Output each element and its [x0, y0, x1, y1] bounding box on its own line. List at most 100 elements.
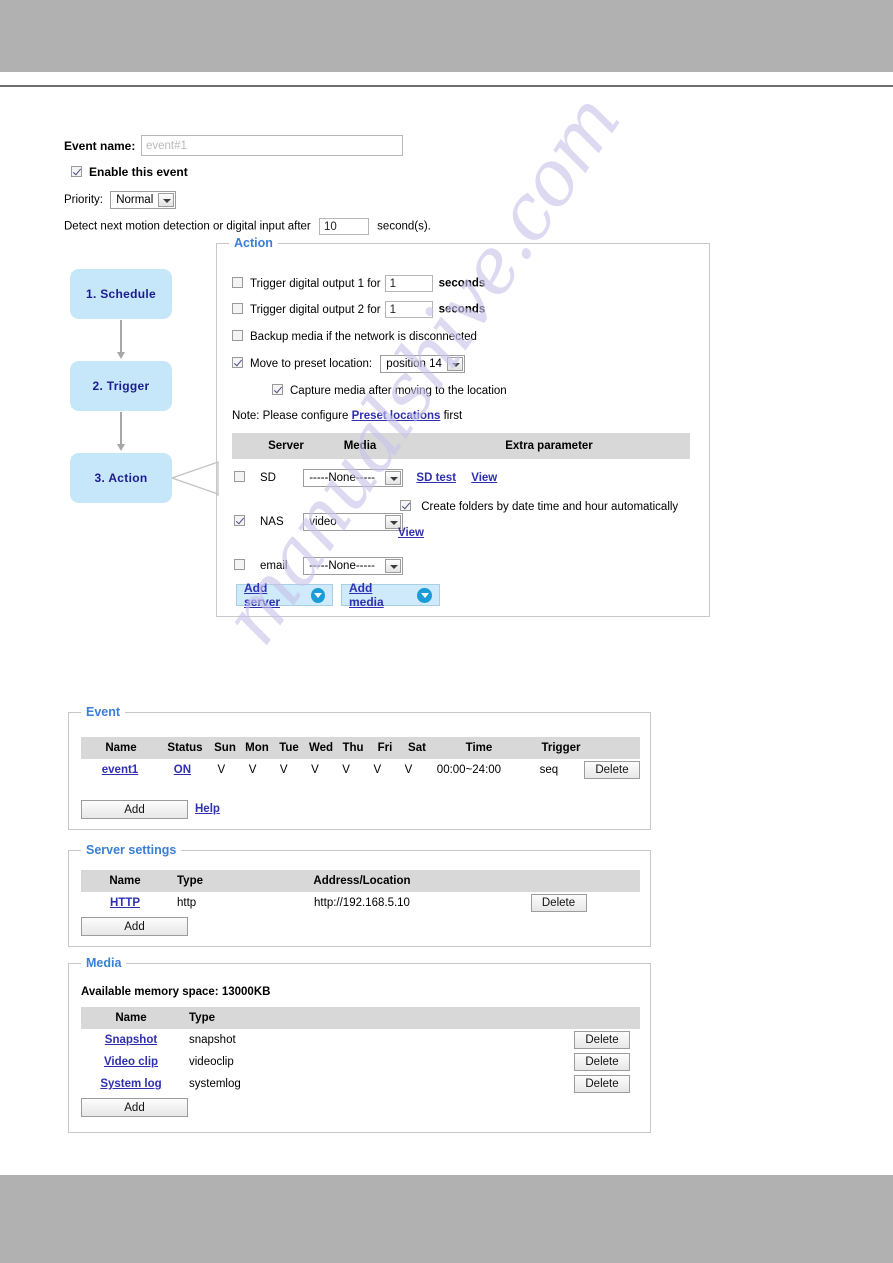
action-table-header: Server Media Extra parameter: [232, 433, 690, 459]
server-th-type: Type: [177, 875, 203, 887]
media-delete-button-videoclip[interactable]: Delete: [574, 1053, 630, 1071]
server-th-address: Address/Location: [313, 875, 411, 887]
media-name-link-videoclip[interactable]: Video clip: [104, 1056, 158, 1068]
preset-location-select[interactable]: position 14: [380, 355, 465, 373]
step-action[interactable]: 3. Action: [70, 453, 172, 503]
priority-select[interactable]: Normal: [110, 191, 177, 209]
priority-row: Priority: Normal: [64, 191, 177, 209]
nas-create-folders-label: Create folders by date time and hour aut…: [421, 501, 679, 513]
nas-label: NAS: [260, 516, 284, 529]
backup-media-label: Backup media if the network is disconnec…: [250, 331, 477, 343]
event-th-time: Time: [465, 742, 493, 754]
event-th-status: Status: [167, 742, 203, 754]
sd-media-value: -----None-----: [309, 472, 375, 484]
enable-event-checkbox[interactable]: [71, 166, 82, 177]
sd-media-select[interactable]: -----None-----: [303, 469, 404, 487]
event-day-wed: V: [311, 764, 319, 776]
priority-select-value: Normal: [116, 194, 154, 206]
table-row: HTTP http http://192.168.5.10 Delete: [81, 892, 640, 914]
server-delete-button[interactable]: Delete: [530, 894, 587, 912]
event-th-wed: Wed: [308, 742, 334, 754]
backup-media-row[interactable]: Backup media if the network is disconnec…: [232, 330, 477, 343]
move-preset-row: Move to preset location: position 14: [232, 355, 465, 373]
event-table: Name Status Sun Mon Tue Wed Thu Fri Sat …: [81, 737, 640, 781]
nas-enable-checkbox[interactable]: [234, 515, 245, 527]
add-server-label: Add server: [244, 581, 281, 609]
nas-create-folders-checkbox[interactable]: [400, 500, 411, 511]
event-th-sun: Sun: [214, 742, 236, 754]
nas-view-link[interactable]: View: [398, 527, 424, 539]
table-row: event1 ON V V V V V V V 00:00~24:00 seq …: [81, 759, 640, 781]
action-row-sd: SD -----None----- SD test View: [234, 469, 497, 487]
sd-test-link[interactable]: SD test: [416, 472, 456, 484]
event-day-sun: V: [217, 764, 226, 776]
media-delete-button-systemlog[interactable]: Delete: [574, 1075, 630, 1093]
trigger-do1-checkbox[interactable]: [232, 276, 243, 288]
step-arrow-2: [117, 412, 125, 451]
nas-media-select[interactable]: video: [303, 513, 404, 531]
detect-interval-suffix: second(s).: [377, 220, 431, 233]
event-day-tue: V: [279, 764, 288, 776]
preset-note-prefix: Note: Please configure: [232, 410, 349, 422]
event-day-fri: V: [373, 764, 382, 776]
event-help-link[interactable]: Help: [195, 803, 220, 815]
capture-media-checkbox[interactable]: [272, 384, 283, 395]
enable-event-row[interactable]: Enable this event: [71, 165, 188, 179]
media-name-link-snapshot[interactable]: Snapshot: [105, 1034, 157, 1046]
detect-interval-input[interactable]: 10: [318, 218, 369, 235]
email-label: email: [260, 560, 288, 573]
trigger-do2-seconds-input[interactable]: 1: [384, 301, 433, 318]
sd-view-link[interactable]: View: [471, 472, 497, 484]
trigger-do2-checkbox[interactable]: [232, 302, 243, 314]
event-th-mon: Mon: [245, 742, 269, 754]
event-day-sat: V: [404, 764, 413, 776]
step-trigger[interactable]: 2. Trigger: [70, 361, 172, 411]
event-name-link[interactable]: event1: [102, 764, 138, 776]
event-name-input[interactable]: event#1: [141, 135, 403, 156]
nas-media-value: video: [309, 516, 337, 528]
trigger-do1-unit: seconds: [438, 277, 486, 290]
preset-locations-link[interactable]: Preset locations: [352, 410, 441, 422]
server-th-name: Name: [109, 875, 141, 887]
action-panel-legend: Action: [229, 236, 278, 250]
trigger-do2-row: Trigger digital output 2 for 1 seconds: [232, 301, 485, 318]
media-panel: Media Available memory space: 13000KB Na…: [68, 956, 651, 1133]
backup-media-checkbox[interactable]: [232, 330, 243, 341]
media-table-header: Name Type: [81, 1007, 640, 1029]
trigger-do1-label: Trigger digital output 1 for: [250, 277, 381, 290]
preset-location-value: position 14: [386, 358, 442, 370]
trigger-do1-seconds-input[interactable]: 1: [384, 275, 433, 292]
media-th-name: Name: [115, 1012, 147, 1024]
event-table-header: Name Status Sun Mon Tue Wed Thu Fri Sat …: [81, 737, 640, 759]
event-delete-button[interactable]: Delete: [583, 761, 640, 779]
detect-interval-row: Detect next motion detection or digital …: [64, 218, 431, 235]
chevron-down-circle-icon: [417, 587, 432, 603]
email-media-value: -----None-----: [309, 560, 375, 572]
media-th-type: Type: [189, 1012, 215, 1024]
event-th-sat: Sat: [408, 742, 426, 754]
email-enable-checkbox[interactable]: [234, 559, 245, 571]
sd-enable-checkbox[interactable]: [234, 471, 245, 483]
event-status-link[interactable]: ON: [174, 764, 191, 776]
media-add-button[interactable]: Add: [81, 1098, 188, 1117]
step-trigger-label: 2. Trigger: [92, 379, 150, 393]
step-schedule[interactable]: 1. Schedule: [70, 269, 172, 319]
move-preset-checkbox[interactable]: [232, 357, 243, 369]
preset-note-suffix: first: [443, 410, 463, 422]
email-media-select[interactable]: -----None-----: [303, 557, 404, 575]
preset-note-row: Note: Please configure Preset locations …: [232, 410, 462, 422]
event-panel: Event Name Status Sun Mon Tue Wed Thu Fr…: [68, 705, 651, 830]
add-server-button[interactable]: Add server: [236, 581, 333, 609]
table-row: System log systemlog Delete: [81, 1073, 640, 1095]
media-panel-legend: Media: [81, 956, 127, 970]
server-name-link[interactable]: HTTP: [110, 897, 140, 909]
nas-create-folders-row[interactable]: Create folders by date time and hour aut…: [400, 500, 678, 513]
event-th-trigger: Trigger: [541, 742, 581, 754]
add-media-button[interactable]: Add media: [341, 581, 440, 609]
action-server-media-table: Server Media Extra parameter: [232, 433, 690, 459]
event-add-button[interactable]: Add: [81, 800, 188, 819]
capture-media-row[interactable]: Capture media after moving to the locati…: [272, 384, 507, 397]
media-delete-button-snapshot[interactable]: Delete: [574, 1031, 630, 1049]
server-add-button[interactable]: Add: [81, 917, 188, 936]
media-name-link-systemlog[interactable]: System log: [100, 1078, 161, 1090]
